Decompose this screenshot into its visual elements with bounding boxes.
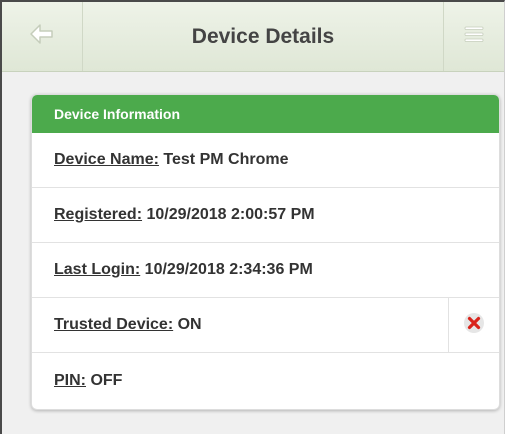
pin-link[interactable]: PIN:: [54, 372, 86, 389]
registered-row: Registered: 10/29/2018 2:00:57 PM: [32, 188, 499, 243]
device-information-card: Device Information Device Name: Test PM …: [31, 94, 500, 410]
row-text: Device Name: Test PM Chrome: [32, 151, 288, 169]
device-name-row: Device Name: Test PM Chrome: [32, 133, 499, 188]
pin-value: OFF: [90, 371, 123, 389]
menu-button[interactable]: [443, 2, 504, 71]
trusted-device-link[interactable]: Trusted Device:: [54, 316, 173, 333]
row-text: PIN: OFF: [32, 372, 122, 390]
arrow-left-icon: [29, 23, 55, 50]
device-name-value: Test PM Chrome: [163, 151, 289, 168]
header-bar: Device Details: [2, 2, 504, 72]
page-title: Device Details: [191, 25, 335, 48]
remove-trusted-device-button[interactable]: [448, 298, 499, 352]
last-login-link[interactable]: Last Login:: [54, 261, 140, 278]
row-text: Last Login: 10/29/2018 2:34:36 PM: [32, 261, 313, 279]
last-login-value: 10/29/2018 2:34:36 PM: [144, 261, 313, 278]
pin-row: PIN: OFF: [32, 353, 499, 408]
app-window: Device Details Device Information Device…: [0, 0, 505, 434]
hamburger-menu-icon: [463, 25, 485, 48]
card-header: Device Information: [32, 95, 499, 133]
back-button[interactable]: [2, 2, 83, 71]
remove-x-icon: [463, 312, 485, 339]
trusted-device-value: ON: [177, 316, 202, 333]
row-text: Trusted Device: ON: [32, 316, 202, 334]
last-login-row: Last Login: 10/29/2018 2:34:36 PM: [32, 243, 499, 298]
registered-value: 10/29/2018 2:00:57 PM: [146, 206, 315, 223]
row-text: Registered: 10/29/2018 2:00:57 PM: [32, 206, 315, 224]
device-name-link[interactable]: Device Name:: [54, 151, 159, 168]
trusted-device-row: Trusted Device: ON: [32, 298, 499, 353]
registered-link[interactable]: Registered:: [54, 206, 142, 223]
